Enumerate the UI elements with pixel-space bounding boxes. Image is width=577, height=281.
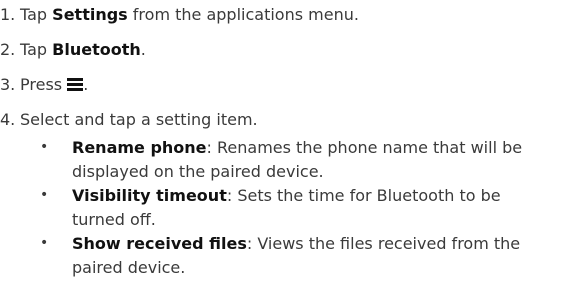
step-text-pre: Tap <box>20 5 53 24</box>
step-number: 4. <box>0 110 16 129</box>
bullet-marker: • <box>40 235 49 251</box>
step-number: 2. <box>0 40 16 59</box>
bullet-line-2: displayed on the paired device. <box>72 162 324 181</box>
step-bold-term: Settings <box>52 5 128 24</box>
setting-description: : Renames the phone name that will be <box>206 138 523 157</box>
step-text: Press . <box>20 74 88 95</box>
bullet-marker: • <box>40 139 49 155</box>
step-text-post: from the applications menu. <box>127 5 359 24</box>
bullet-line-1: Show received files: Views the files rec… <box>72 233 520 254</box>
setting-description: : Views the files received from the <box>246 234 521 253</box>
instruction-document: 1. Tap Settings from the applications me… <box>0 0 577 281</box>
step-text: Select and tap a setting item. <box>20 109 258 130</box>
step-number: 3. <box>0 75 16 94</box>
step-text: Tap Settings from the applications menu. <box>20 4 359 25</box>
step-text: Tap Bluetooth. <box>20 39 146 60</box>
step-bold-term: Bluetooth <box>52 40 141 59</box>
step-text-pre: Press <box>20 75 68 94</box>
bullet-marker: • <box>40 187 49 203</box>
bullet-line-1: Visibility timeout: Sets the time for Bl… <box>72 185 501 206</box>
bullet-line-2: paired device. <box>72 258 186 277</box>
step-text-pre: Select and tap a setting item. <box>20 110 258 129</box>
step-text-post: . <box>140 40 146 59</box>
setting-name: Visibility timeout <box>72 186 227 205</box>
bullet-line-2: turned off. <box>72 210 156 229</box>
setting-name: Rename phone <box>72 138 207 157</box>
step-text-pre: Tap <box>20 40 53 59</box>
setting-name: Show received files <box>72 234 247 253</box>
step-number: 1. <box>0 5 16 24</box>
bullet-line-1: Rename phone: Renames the phone name tha… <box>72 137 522 158</box>
menu-key-icon <box>67 78 84 91</box>
step-text-post: . <box>83 75 89 94</box>
setting-description: : Sets the time for Bluetooth to be <box>226 186 501 205</box>
